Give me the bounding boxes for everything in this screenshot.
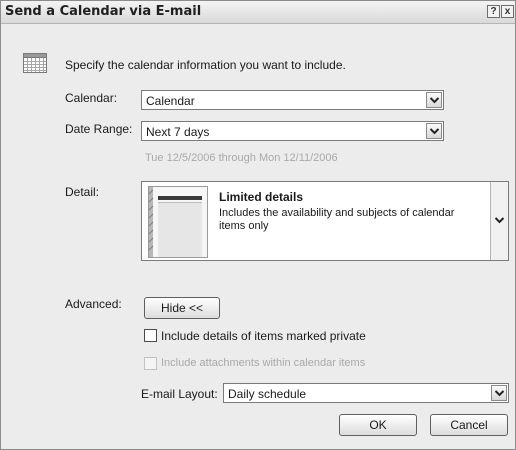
date-range-hint: Tue 12/5/2006 through Mon 12/11/2006 (145, 152, 338, 164)
cancel-button[interactable]: Cancel (430, 414, 508, 436)
detail-title: Limited details (219, 190, 304, 204)
ok-button[interactable]: OK (339, 414, 417, 436)
close-button[interactable]: x (501, 5, 514, 18)
detail-level-icon (148, 186, 208, 258)
include-attachments-checkbox[interactable] (144, 357, 157, 370)
title-bar: Send a Calendar via E-mail ? x (1, 1, 515, 24)
calendar-select[interactable]: Calendar (141, 90, 444, 110)
calendar-dropdown-arrow[interactable] (426, 92, 442, 108)
detail-scrollbar[interactable] (490, 182, 508, 260)
email-layout-select-value: Daily schedule (228, 387, 307, 401)
dialog-title: Send a Calendar via E-mail (5, 4, 202, 19)
calendar-grid-icon (23, 53, 47, 73)
date-range-dropdown-arrow[interactable] (426, 123, 442, 139)
detail-slider[interactable]: Limited details Includes the availabilit… (141, 181, 509, 261)
chevron-down-icon (495, 217, 504, 224)
detail-description: Includes the availability and subjects o… (219, 207, 455, 232)
close-icon: x (504, 6, 511, 17)
chevron-down-icon (430, 97, 439, 104)
advanced-label: Advanced: (65, 297, 122, 311)
email-layout-select[interactable]: Daily schedule (223, 383, 509, 403)
date-range-select[interactable]: Next 7 days (141, 121, 444, 141)
help-button[interactable]: ? (487, 5, 500, 18)
detail-label: Detail: (65, 185, 100, 199)
intro-text: Specify the calendar information you wan… (65, 58, 346, 72)
hide-advanced-button[interactable]: Hide << (144, 297, 220, 319)
include-attachments-label: Include attachments within calendar item… (161, 357, 366, 369)
include-private-label: Include details of items marked private (161, 329, 366, 343)
date-range-label: Date Range: (65, 122, 133, 136)
email-layout-label: E-mail Layout: (141, 387, 218, 401)
include-private-checkbox[interactable] (144, 329, 157, 342)
date-range-select-value: Next 7 days (146, 125, 210, 139)
calendar-label: Calendar: (65, 91, 118, 105)
send-calendar-dialog: Send a Calendar via E-mail ? x Specify t… (0, 0, 516, 450)
help-icon: ? (490, 6, 497, 17)
email-layout-dropdown-arrow[interactable] (491, 385, 507, 401)
chevron-down-icon (495, 390, 504, 397)
calendar-select-value: Calendar (146, 94, 195, 108)
chevron-down-icon (430, 128, 439, 135)
